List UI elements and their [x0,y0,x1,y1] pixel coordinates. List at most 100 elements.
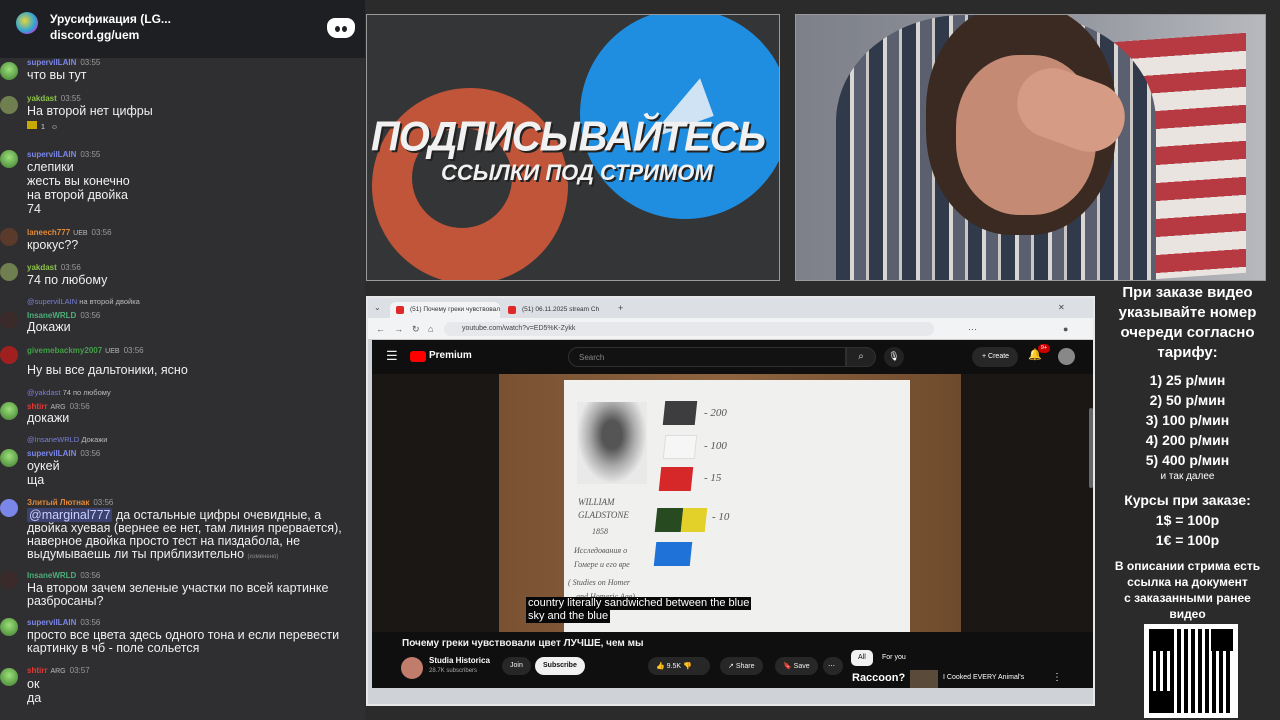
recommended-thumbnail-text[interactable]: Raccoon? [852,672,905,684]
search-input[interactable]: Search [568,347,846,367]
profile-icon[interactable]: ● [1063,324,1068,334]
swatch-label: - 100 [704,440,727,452]
message-text: наверное двойка просто тест на пиздабола… [27,534,301,548]
rates-title: Курсы при заказе: [1124,492,1251,508]
avatar [0,96,18,114]
message-text: ок [27,677,40,691]
message-text: докажи [27,411,70,425]
message-text: На второй нет цифры [27,104,153,118]
message-text: слепики [27,160,74,174]
handwritten-text: Исследования о [574,546,628,555]
brand-label[interactable]: Premium [429,350,472,361]
tab-list-icon[interactable]: ⌄ [374,303,381,312]
youtube-favicon-icon [508,306,516,314]
create-button[interactable]: + Create [972,347,1018,367]
message-text: картинку в чб - поле сольется [27,641,200,655]
recommended-title[interactable]: I Cooked EVERY Animal's [943,674,1024,681]
tab-strip: ⌄ (51) Почему греки чувствовал (51) 06.1… [368,298,1093,318]
reply-preview[interactable]: @yakdast 74 по любому [27,388,111,397]
avatar [0,402,18,420]
menu-icon[interactable]: ☰ [386,348,398,364]
discord-server-header[interactable]: Урусификация (LG... discord.gg/uem [0,0,365,58]
subscribe-banner: ПОДПИСЫВАЙТЕСЬ ССЫЛКИ ПОД СТРИМОМ [366,14,780,281]
video-info: Почему греки чувствовали цвет ЛУЧШЕ, чем… [372,632,1093,688]
dislike-icon[interactable]: 👎 [683,663,692,670]
info-text: В описании стрима есть [1114,559,1261,573]
more-options-icon[interactable]: ⋮ [1052,672,1062,683]
info-text: и так далее [1160,471,1215,482]
message-text: 74 [27,202,41,216]
subscriber-count: 28.7K subscribers [429,668,478,674]
message-text: выдумываешь ли ты приблизительно [27,547,245,561]
tariff-item: 4) 200 р/мин [1145,432,1230,448]
invite-link[interactable]: discord.gg/uem [50,28,139,42]
reply-preview[interactable]: @InsaneWRLD Докажи [27,435,107,444]
window-close-icon[interactable]: ✕ [1058,303,1065,312]
search-icon[interactable]: ⌕ [846,347,876,367]
scrollbar[interactable] [1089,408,1093,488]
forward-icon[interactable]: → [394,324,403,334]
blue-swatch [653,542,693,566]
message-text: просто все цвета здесь одного тона и есл… [27,628,340,642]
red-swatch [658,467,694,491]
white-swatch [662,435,698,459]
chip-for-you[interactable]: For you [875,650,913,666]
subscribe-button[interactable]: Subscribe [535,657,585,675]
channel-avatar[interactable] [401,657,423,679]
info-text: При заказе видео [1122,284,1253,301]
info-text: тарифу: [1157,344,1218,361]
more-actions-button[interactable]: ⋯ [823,657,843,675]
avatar[interactable] [1058,348,1075,365]
like-button[interactable]: 👍 9.5K 👎 [648,657,710,675]
yellow-swatch [680,508,708,532]
address-bar[interactable]: youtube.com/watch?v=ED5%K-Zykk [444,322,934,336]
swatch-label: - 200 [704,407,727,419]
reply-preview[interactable]: @supervilLAIN на второй двойка [27,297,140,306]
youtube-logo-icon[interactable] [410,351,426,362]
message-text: Докажи [27,320,71,334]
black-swatch [662,401,698,425]
subtitle-caption: country literally sandwiched between the… [526,597,752,623]
handwritten-text: WILLIAM [578,497,615,507]
youtube-header: ☰ Premium Search ⌕ 🎙 + Create 🔔 9+ [372,340,1093,374]
qr-code[interactable] [1144,624,1238,718]
tab-active[interactable]: (51) Почему греки чувствовал [390,302,500,318]
swatch-label: - 10 [712,511,730,523]
message-text: да остальные цифры очевидные, а [112,508,322,522]
message-text: что вы тут [27,68,87,82]
tariff-item: 1) 25 р/мин [1149,372,1226,388]
extensions-icon[interactable]: ⋯ [968,324,977,335]
banner-headline: ПОДПИСЫВАЙТЕСЬ [371,113,766,161]
microphone-icon[interactable]: 🎙 [884,347,904,367]
discord-chat-overlay: Урусификация (LG... discord.gg/uem super… [0,0,365,720]
avatar [0,571,18,589]
save-button[interactable]: 🔖 Save [775,657,818,675]
channel-name[interactable]: Studia Historica [429,656,490,665]
reload-icon[interactable]: ↻ [412,324,420,335]
discord-logo-icon [327,18,355,38]
tariff-item: 3) 100 р/мин [1145,412,1230,428]
message-text: 74 по любому [27,273,108,287]
video-player[interactable]: - 200 - 100 - 15 - 10 WILLIAM GLADSTONE … [372,374,1093,632]
handwritten-text: Гомере и его вре [574,560,630,569]
rate-item: 1€ = 100р [1155,532,1220,548]
avatar [0,311,18,329]
message-text: жесть вы конечно [27,174,130,188]
share-button[interactable]: ↗ Share [720,657,763,675]
chip-all[interactable]: All [851,650,873,666]
tab-inactive[interactable]: (51) 06.11.2025 stream Ch [502,302,612,318]
handwritten-text: GLADSTONE [578,510,629,520]
green-swatch [654,508,684,532]
recommended-thumbnail[interactable] [910,670,938,688]
join-button[interactable]: Join [502,657,531,675]
user-mention[interactable]: @marginal777 [27,508,113,522]
webcam-feed [795,14,1266,281]
avatar [0,62,18,80]
avatar [0,263,18,281]
gladstone-portrait [577,402,647,484]
avatar [0,668,18,686]
back-icon[interactable]: ← [376,324,385,334]
home-icon[interactable]: ⌂ [428,324,433,334]
reaction[interactable]: 1 ☺ [27,121,58,131]
new-tab-button[interactable]: + [618,303,623,313]
